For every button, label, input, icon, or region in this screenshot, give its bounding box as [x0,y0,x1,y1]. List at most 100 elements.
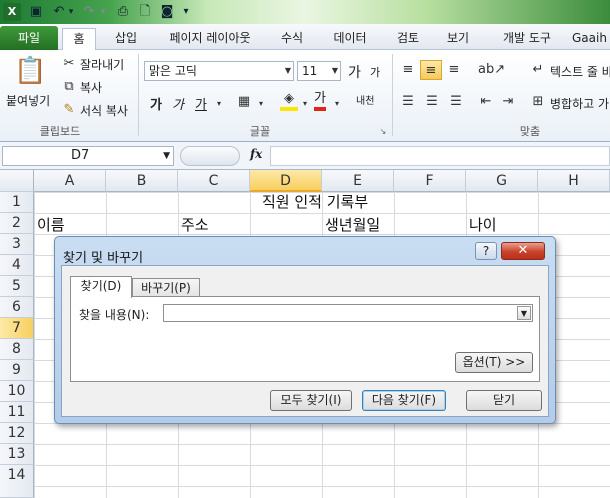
redo-dropdown-icon[interactable]: ▾ [98,3,108,21]
dialog-close-button[interactable]: 닫기 [466,390,542,411]
align-bottom-icon[interactable]: ≡ [446,62,462,78]
help-button[interactable]: ? [475,242,497,260]
dialog-launcher-icon[interactable]: ↘ [378,124,388,140]
tab-page-layout[interactable]: 페이지 레이아웃 [158,28,262,50]
save-icon[interactable]: ▣ [28,3,44,21]
formula-input[interactable] [270,146,610,166]
column-header[interactable]: H [538,170,610,192]
row-header[interactable]: 11 [0,402,34,423]
italic-button[interactable]: 가 [172,94,184,113]
row-header[interactable]: 6 [0,297,34,318]
borders-icon[interactable]: ▦ [236,94,252,110]
format-painter-button[interactable]: 서식 복사 [80,102,128,119]
undo-icon[interactable]: ↶ [52,3,66,21]
row-header[interactable]: 13 [0,444,34,465]
undo-dropdown-icon[interactable]: ▾ [66,3,76,21]
row-header[interactable]: 4 [0,255,34,276]
chevron-down-icon[interactable]: ▼ [517,306,531,320]
wrap-text-icon[interactable]: ↵ [530,62,546,78]
cut-icon[interactable]: ✂ [62,56,76,72]
tab-replace[interactable]: 바꾸기(P) [132,278,200,298]
cell-g2[interactable]: 나이 [469,215,497,236]
row-header[interactable]: 10 [0,381,34,402]
grow-font-button[interactable]: 가 [348,62,361,82]
tab-view[interactable]: 보기 [438,28,478,50]
column-header[interactable]: C [178,170,250,192]
tab-file[interactable]: 파일 [0,26,58,50]
find-what-input[interactable]: ▼ [163,304,533,322]
tab-find[interactable]: 찾기(D) [70,276,132,298]
tab-insert[interactable]: 삽입 [106,28,146,50]
chevron-down-icon[interactable]: ▾ [300,96,310,112]
chevron-down-icon[interactable]: ▼ [163,147,170,165]
underline-button[interactable]: 가 [195,94,207,113]
font-size-select[interactable]: 11 ▼ [297,61,341,81]
tab-addin[interactable]: Gaaih [572,28,610,50]
row-header[interactable]: 8 [0,339,34,360]
paste-button[interactable]: 붙여넣기 [6,92,50,109]
tab-review[interactable]: 검토 [388,28,428,50]
format-painter-icon[interactable]: ✎ [62,102,76,118]
copy-icon[interactable]: ⧉ [62,79,76,95]
paste-icon[interactable]: 📋 [14,54,46,88]
column-header[interactable]: A [34,170,106,192]
align-center-icon[interactable]: ☰ [424,94,440,110]
customize-toolbar-icon[interactable]: ▾ [180,3,192,21]
bold-button[interactable]: 가 [150,94,162,113]
chevron-down-icon[interactable]: ▾ [214,96,224,112]
align-left-icon[interactable]: ☰ [400,94,416,110]
column-header[interactable]: E [322,170,394,192]
tab-data[interactable]: 데이터 [322,28,378,50]
tab-home[interactable]: 홈 [62,28,96,50]
cut-button[interactable]: 잘라내기 [80,56,124,73]
merge-center-icon[interactable]: ⊞ [530,94,546,110]
row-header[interactable]: 2 [0,213,34,234]
row-header[interactable]: 12 [0,423,34,444]
column-header[interactable]: B [106,170,178,192]
print-preview-icon[interactable]: 🗋 [136,3,154,21]
options-button[interactable]: 옵션(T) >> [455,352,533,373]
merge-center-button[interactable]: 병합하고 가 [550,95,609,112]
row-header[interactable]: 1 [0,192,34,213]
column-header-selected[interactable]: D [250,170,322,192]
chevron-down-icon[interactable]: ▾ [256,96,266,112]
row-header[interactable]: 14 [0,465,34,498]
fill-color-icon[interactable]: ◈ [280,91,298,111]
align-middle-icon[interactable]: ≡ [420,60,442,80]
find-next-button[interactable]: 다음 찾기(F) [362,390,446,411]
column-header[interactable]: G [466,170,538,192]
increase-indent-icon[interactable]: ⇥ [500,94,516,110]
name-box[interactable]: D7 ▼ [2,146,174,166]
insert-function-icon[interactable]: fx [250,147,262,161]
find-all-button[interactable]: 모두 찾기(I) [270,390,352,411]
redo-icon[interactable]: ↷ [82,3,96,21]
align-top-icon[interactable]: ≡ [400,62,416,78]
cell-a2[interactable]: 이름 [37,215,65,236]
formula-bar-handle[interactable] [180,146,240,166]
row-header[interactable]: 9 [0,360,34,381]
tab-formulas[interactable]: 수식 [272,28,312,50]
tab-developer[interactable]: 개발 도구 [490,28,564,50]
select-all-corner[interactable] [0,170,34,192]
cell-title[interactable]: 직원 인적 기록부 [262,192,368,213]
row-header[interactable]: 5 [0,276,34,297]
font-color-button[interactable]: 가 [314,91,326,111]
print-icon[interactable]: ⎙ [114,3,132,21]
row-header-selected[interactable]: 7 [0,318,34,339]
shrink-font-button[interactable]: 가 [370,64,380,80]
tab-find-label: 찾기(D) [80,279,122,293]
wrap-text-button[interactable]: 텍스트 줄 바 [550,63,610,80]
font-name-select[interactable]: 맑은 고딕 ▼ [144,61,294,81]
align-right-icon[interactable]: ☰ [448,94,464,110]
column-header[interactable]: F [394,170,466,192]
copy-button[interactable]: 복사 [80,79,102,96]
cell-e2[interactable]: 생년월일 [325,215,380,236]
orientation-icon[interactable]: ab↗ [478,62,505,78]
decrease-indent-icon[interactable]: ⇤ [478,94,494,110]
phonetic-button[interactable]: 내천 [356,92,374,107]
chevron-down-icon[interactable]: ▾ [332,96,342,112]
close-icon[interactable]: ✕ [501,242,545,260]
row-header[interactable]: 3 [0,234,34,255]
cell-c2[interactable]: 주소 [181,215,209,236]
camera-icon[interactable]: ◙ [158,3,176,21]
